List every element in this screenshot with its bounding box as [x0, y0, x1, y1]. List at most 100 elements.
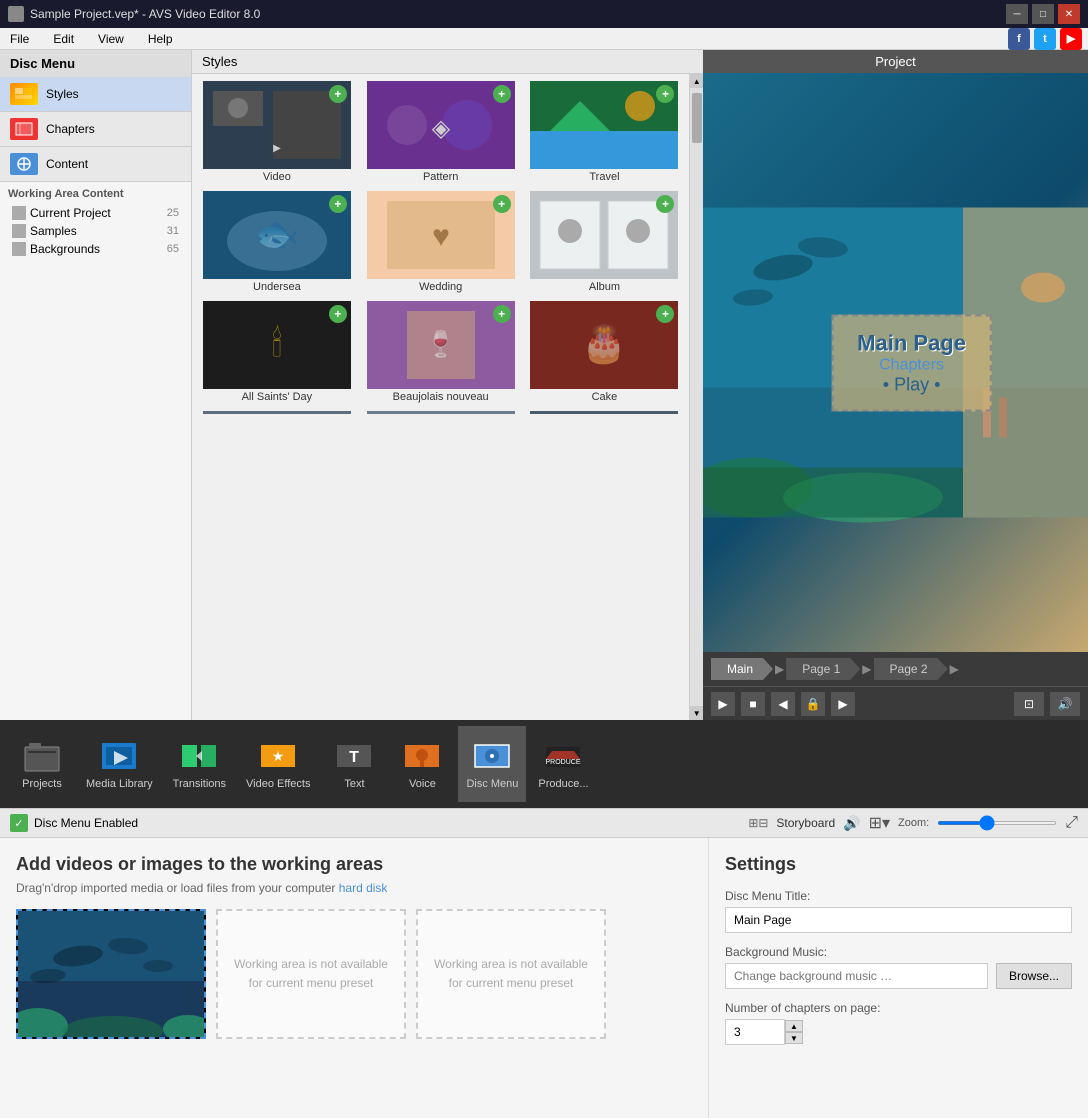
transport-bar: ▶ ■ ◀ 🔒 ▶ ⊡ 🔊 [703, 686, 1088, 720]
projects-label: Projects [22, 778, 62, 790]
chapters-down-button[interactable]: ▼ [785, 1032, 803, 1044]
chapters-label: Chapters [46, 122, 95, 136]
background-music-input[interactable] [725, 963, 988, 989]
tab-page1[interactable]: Page 1 [786, 658, 860, 680]
working-area-title: Working Area Content [8, 188, 183, 200]
media-library-label: Media Library [86, 778, 153, 790]
add-wedding-btn[interactable]: + [493, 195, 511, 213]
preview-area: Main Page Chapters • Play • [703, 73, 1088, 652]
toolbar: Projects Media Library Transitions ★ Vid… [0, 720, 1088, 808]
toolbar-video-effects[interactable]: ★ Video Effects [238, 726, 318, 802]
style-item-allsaints[interactable]: 🕯 + All Saints' Day [196, 298, 358, 406]
facebook-button[interactable]: f [1008, 28, 1030, 50]
volume-button[interactable]: 🔊 [1050, 692, 1080, 716]
style-item-pattern[interactable]: ◈ + Pattern [360, 78, 522, 186]
menu-edit[interactable]: Edit [49, 30, 78, 48]
sidebar-item-backgrounds[interactable]: Backgrounds 65 [8, 240, 183, 258]
working-area-unavailable-1: Working area is not available for curren… [216, 909, 406, 1039]
style-item-travel[interactable]: + Travel [524, 78, 686, 186]
video-effects-icon: ★ [258, 738, 298, 774]
toolbar-projects[interactable]: Projects [10, 726, 74, 802]
chapters-row: ▲ ▼ [725, 1019, 1072, 1045]
hard-disk-link[interactable]: hard disk [339, 881, 388, 895]
disc-menu-enabled-label: Disc Menu Enabled [34, 816, 138, 830]
add-video-btn[interactable]: + [329, 85, 347, 103]
sidebar-btn-chapters[interactable]: Chapters [0, 112, 191, 147]
close-button[interactable]: ✕ [1058, 4, 1080, 24]
youtube-button[interactable]: ▶ [1060, 28, 1082, 50]
menu-chapters: Chapters [857, 356, 966, 374]
styles-label: Styles [46, 87, 79, 101]
toolbar-text[interactable]: T Text [322, 726, 386, 802]
menu-main-page: Main Page [857, 330, 966, 356]
add-allsaints-btn[interactable]: + [329, 305, 347, 323]
volume-storyboard-icon: 🔊 [843, 815, 860, 832]
menu-help[interactable]: Help [144, 30, 177, 48]
add-beaujolais-btn[interactable]: + [493, 305, 511, 323]
style-wedding-label: Wedding [419, 281, 462, 293]
style-item-extra3[interactable]: + [524, 408, 686, 414]
disc-menu-title-label: Disc Menu Title: [725, 889, 1072, 903]
style-item-cake[interactable]: 🎂 + Cake [524, 298, 686, 406]
style-item-beaujolais[interactable]: 🍷 + Beaujolais nouveau [360, 298, 522, 406]
storyboard-divider-icon: ⊞⊟ [748, 816, 768, 830]
svg-text:▶: ▶ [273, 143, 281, 154]
disc-menu-icon [472, 738, 512, 774]
background-music-row: Browse... [725, 963, 1072, 989]
chapters-field: Number of chapters on page: ▲ ▼ [725, 1001, 1072, 1045]
app-title: Sample Project.vep* - AVS Video Editor 8… [8, 6, 260, 22]
styles-scrollbar[interactable]: ▲ ▼ [689, 74, 703, 720]
disc-menu-title-field: Disc Menu Title: [725, 889, 1072, 933]
zoom-slider[interactable] [937, 821, 1057, 825]
stop-button[interactable]: ■ [741, 692, 765, 716]
sidebar-item-samples[interactable]: Samples 31 [8, 222, 183, 240]
browse-button[interactable]: Browse... [996, 963, 1072, 989]
style-item-album[interactable]: + Album [524, 188, 686, 296]
play-button[interactable]: ▶ [711, 692, 735, 716]
toolbar-media-library[interactable]: Media Library [78, 726, 161, 802]
working-area-image[interactable] [16, 909, 206, 1039]
project-header: Project [703, 50, 1088, 73]
lock-button[interactable]: 🔒 [801, 692, 825, 716]
toolbar-produce[interactable]: PRODUCE Produce... [530, 726, 596, 802]
add-undersea-btn[interactable]: + [329, 195, 347, 213]
chapters-input[interactable] [725, 1019, 785, 1045]
grid-view-icon[interactable]: ⊞▾ [869, 813, 890, 833]
style-item-extra1[interactable]: + [196, 408, 358, 414]
style-item-wedding[interactable]: ♥ + Wedding [360, 188, 522, 296]
transitions-icon [179, 738, 219, 774]
add-pattern-btn[interactable]: + [493, 85, 511, 103]
style-travel-label: Travel [589, 171, 619, 183]
sidebar-item-current-project[interactable]: Current Project 25 [8, 204, 183, 222]
working-areas: Working area is not available for curren… [16, 909, 692, 1039]
style-item-video[interactable]: ▶ + Video [196, 78, 358, 186]
menu-play: • Play • [857, 374, 966, 395]
tab-main[interactable]: Main [711, 658, 773, 680]
expand-icon[interactable]: ⤢ [1065, 814, 1078, 832]
twitter-button[interactable]: t [1034, 28, 1056, 50]
menu-view[interactable]: View [94, 30, 128, 48]
center-panel: Styles ▶ + Video ◈ + Pattern [192, 50, 703, 720]
style-item-extra2[interactable]: + [360, 408, 522, 414]
minimize-button[interactable]: ─ [1006, 4, 1028, 24]
style-pattern-label: Pattern [423, 171, 458, 183]
sidebar-btn-content[interactable]: Content [0, 147, 191, 182]
style-item-undersea[interactable]: 🐟 + Undersea [196, 188, 358, 296]
sidebar-btn-styles[interactable]: Styles [0, 77, 191, 112]
menu-file[interactable]: File [6, 30, 33, 48]
tab-page2[interactable]: Page 2 [874, 658, 948, 680]
storyboard-controls: ⊞⊟ Storyboard 🔊 ⊞▾ Zoom: ⤢ [748, 813, 1078, 833]
maximize-button[interactable]: □ [1032, 4, 1054, 24]
toolbar-disc-menu[interactable]: Disc Menu [458, 726, 526, 802]
page-tabs: Main ▶ Page 1 ▶ Page 2 ▶ [703, 652, 1088, 686]
toolbar-voice[interactable]: Voice [390, 726, 454, 802]
toolbar-transitions[interactable]: Transitions [165, 726, 234, 802]
styles-icon [10, 83, 38, 105]
transitions-label: Transitions [173, 778, 226, 790]
next-button[interactable]: ▶ [831, 692, 855, 716]
fit-button[interactable]: ⊡ [1014, 692, 1044, 716]
prev-button[interactable]: ◀ [771, 692, 795, 716]
disc-menu-title-input[interactable] [725, 907, 1072, 933]
chapters-up-button[interactable]: ▲ [785, 1020, 803, 1032]
settings-panel: Settings Disc Menu Title: Background Mus… [708, 838, 1088, 1118]
